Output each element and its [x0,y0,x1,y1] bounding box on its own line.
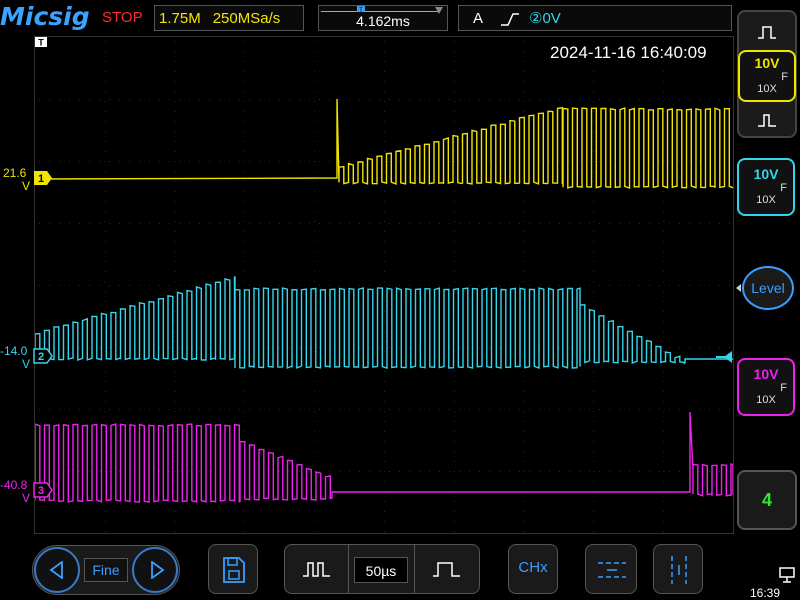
run-stop-status[interactable]: STOP [102,9,143,26]
memory-depth: 1.75M [159,10,201,27]
system-clock: 16:39 [750,586,780,600]
ch3-offset-label: -40.8 V [0,479,34,505]
ch1-waveform [35,99,733,188]
divider [414,544,415,594]
acquisition-info[interactable]: 1.75M 250MSa/s [154,5,304,31]
waveform-canvas [35,37,733,533]
level-left-arrow-icon [736,284,742,292]
level-knob-button[interactable]: Level [742,266,794,310]
timestamp: 2024-11-16 16:40:09 [550,43,707,63]
trigger-mode: A [473,6,483,32]
pulse-narrow-icon [302,560,332,578]
triangle-right-icon [149,561,165,579]
trigger-pointer-icon[interactable]: T [34,36,48,48]
ch3-scale-panel[interactable]: 10V F 10X [737,358,795,416]
waveform-display[interactable] [34,36,734,534]
ch2-marker[interactable]: 2 [33,348,53,364]
ch4-button[interactable]: 4 [737,470,797,530]
ch2-scale-panel[interactable]: 10V F 10X [737,158,795,216]
trigger-level: ②0V [529,6,561,32]
divider [348,544,349,594]
ch1-offset-label: 21.6 V [3,167,33,193]
pulse-wide-icon [432,560,462,578]
ch3-waveform [35,412,733,502]
ch3-volts-div: 10V [739,366,793,382]
save-button[interactable] [208,544,258,594]
usb-icon [778,566,796,584]
timebase-increase-button[interactable] [416,546,478,592]
sample-rate: 250MSa/s [213,10,281,27]
timebase-decrease-button[interactable] [286,546,348,592]
ch1-marker[interactable]: 1 [33,170,53,186]
memory-bar [321,11,439,12]
ch1-volts-div: 10V [740,55,794,71]
scroll-left-button[interactable] [34,547,80,593]
save-icon [222,556,246,584]
ch1-control-group: 10V F 10X [737,10,797,138]
ch1-probe: 10X [740,83,794,95]
horizontal-cursor-icon [596,557,628,583]
rising-edge-icon [499,6,521,32]
ch2-probe: 10X [739,194,793,206]
ch1-offset-unit: V [3,180,33,193]
vertical-cursor-button[interactable] [653,544,703,594]
horizontal-position-box[interactable]: T 4.162ms [318,5,448,31]
ch3-coupling: F [739,382,793,394]
ch2-waveform [35,276,733,368]
ch1-scale-panel[interactable]: 10V F 10X [738,50,796,102]
trigger-level-arrow-icon[interactable] [714,350,734,364]
svg-text:T: T [38,38,44,48]
scroll-right-button[interactable] [132,547,178,593]
ch3-offset-unit: V [0,492,34,505]
ch2-coupling: F [739,182,793,194]
channel-select-button[interactable]: CHx [508,544,558,594]
ch3-marker[interactable]: 3 [33,482,53,498]
brand-logo: Micsig [0,0,90,34]
fine-toggle[interactable]: Fine [84,558,128,582]
ch2-offset-unit: V [0,358,34,371]
vertical-cursor-icon [666,554,692,586]
trigger-time: 4.162ms [319,13,447,29]
pulse-wide-icon[interactable] [757,24,777,40]
horizontal-cursor-button[interactable] [585,544,637,594]
ch1-marker-label: 1 [38,173,44,185]
ch2-volts-div: 10V [739,166,793,182]
timebase-value[interactable]: 50µs [354,557,408,583]
graticule [39,41,730,532]
pulse-narrow-icon[interactable] [757,112,777,128]
ch3-probe: 10X [739,394,793,406]
ch3-marker-label: 3 [38,485,44,497]
ch1-coupling: F [740,71,794,83]
ch2-marker-label: 2 [38,351,44,363]
trigger-info[interactable]: A ②0V [458,5,732,31]
triangle-left-icon [49,561,65,579]
ch2-offset-label: -14.0 V [0,345,34,371]
